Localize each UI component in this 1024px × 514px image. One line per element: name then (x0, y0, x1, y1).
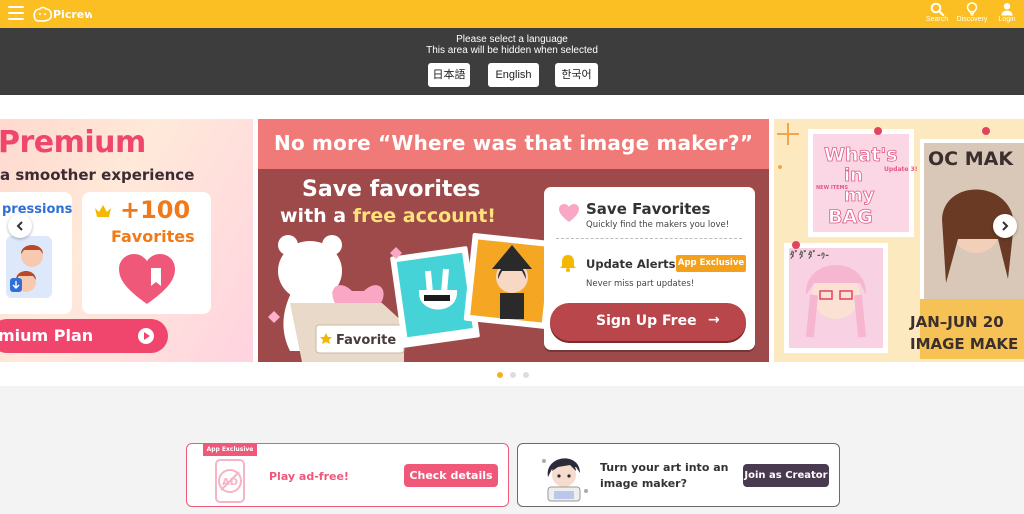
sticker-whats: What's (824, 144, 898, 166)
save-line2-prefix: with a (280, 205, 353, 227)
no-ads-icon: AD (215, 459, 245, 503)
sticker-in: in (844, 165, 863, 186)
search-button[interactable]: Search (920, 2, 954, 24)
sign-up-label: Sign Up Free (596, 313, 697, 329)
user-icon (1001, 3, 1013, 16)
carousel-dot-1[interactable] (497, 372, 503, 378)
logo-text: Picrew (53, 8, 92, 21)
sticker-update: Update 3! (884, 166, 917, 173)
premium-subtitle: a smoother experience (0, 166, 195, 184)
top-header: Picrew Search Discovery Login (0, 0, 1024, 28)
slide-oc-maker[interactable]: What's in my BAG NEW ITEMS Update 3! ﾀﾞﾀ… (774, 119, 1024, 362)
save-favorites-line2: with a free account! (280, 205, 496, 227)
premium-card-favorites: +100 Favorites (82, 192, 211, 314)
menu-icon[interactable] (8, 6, 24, 22)
join-as-creator-button[interactable]: Join as Creator (743, 464, 829, 487)
favorites-count: +100 (120, 196, 191, 224)
carousel-dot-2[interactable] (510, 372, 516, 378)
app-exclusive-tag: App Exclusive (203, 444, 257, 456)
ad-free-text: Play ad-free! (269, 470, 349, 483)
language-hint: This area will be hidden when selected (426, 45, 598, 56)
oc-maker-title-line2: IMAGE MAKE (910, 335, 1018, 353)
avatar-illustration (6, 236, 52, 298)
premium-card-impressions: pressions (0, 192, 72, 314)
language-selector-bar: Please select a language This area will … (0, 28, 1024, 95)
discovery-label: Discovery (956, 16, 988, 23)
slide-headline: No more “Where was that image maker?” (274, 131, 754, 155)
favorites-label: Favorites (111, 227, 195, 246)
slide-premium[interactable]: Premium a smoother experience pressions … (0, 119, 253, 362)
svg-text:ﾀﾞﾀﾞﾀﾞ-ｩ-: ﾀﾞﾀﾞﾀﾞ-ｩ- (790, 249, 829, 261)
search-label: Search (925, 16, 949, 23)
arrow-right-icon: → (708, 312, 720, 328)
oc-maker-title-line1: JAN–JUN 20 (909, 313, 1004, 331)
crown-icon (95, 205, 111, 217)
favorite-illustration: Favorite (268, 233, 554, 362)
oc-maker-title-top: OC MAK (928, 148, 1014, 170)
bell-icon (560, 255, 576, 272)
language-english-button[interactable]: English (488, 63, 539, 87)
language-prompt: Please select a language (456, 34, 568, 45)
creator-text-line1: Turn your art into an (600, 461, 729, 474)
creator-banner[interactable]: Turn your art into an image maker? Join … (517, 443, 840, 507)
slide-save-favorites[interactable]: No more “Where was that image maker?” Sa… (258, 119, 769, 362)
oc-maker-illustration: What's in my BAG NEW ITEMS Update 3! ﾀﾞﾀ… (774, 119, 1024, 362)
feature-save-favorites-title: Save Favorites (586, 200, 711, 218)
language-korean-button[interactable]: 한국어 (555, 63, 598, 87)
premium-plan-label: mium Plan (0, 326, 94, 345)
feature-divider (556, 238, 742, 239)
impressions-label: pressions (2, 202, 73, 217)
heart-favorites-icon (559, 204, 579, 222)
save-line2-highlight: free account! (352, 205, 496, 227)
creator-text: Turn your art into an image maker? (600, 460, 728, 492)
picrew-logo[interactable]: Picrew (32, 4, 92, 24)
carousel-dot-3[interactable] (523, 372, 529, 378)
play-icon (138, 328, 154, 344)
premium-plan-button[interactable]: mium Plan (0, 319, 168, 353)
heart-bookmark-icon (119, 254, 175, 304)
sticker-new-items: NEW ITEMS (816, 185, 849, 191)
featured-carousel: Premium a smoother experience pressions … (0, 95, 1024, 386)
feature-update-alerts-title: Update Alerts (586, 257, 676, 271)
app-exclusive-badge: App Exclusive (676, 255, 746, 272)
premium-title: Premium (0, 125, 146, 160)
chevron-left-icon (16, 221, 23, 231)
feature-save-favorites-desc: Quickly find the makers you love! (586, 220, 730, 230)
carousel-prev-button[interactable] (8, 214, 32, 238)
language-japanese-button[interactable]: 日本語 (428, 63, 470, 87)
features-card: Save Favorites Quickly find the makers y… (544, 187, 755, 350)
chevron-right-icon (1002, 221, 1009, 231)
login-button[interactable]: Login (990, 2, 1024, 24)
sign-up-free-button[interactable]: Sign Up Free → (550, 303, 746, 341)
creator-text-line2: image maker? (600, 477, 687, 490)
headline-band: No more “Where was that image maker?” (258, 119, 769, 169)
save-favorites-line1: Save favorites (302, 177, 481, 202)
sticker-my: my (844, 185, 875, 206)
sticker-bag: BAG (828, 206, 873, 228)
login-label: Login (998, 16, 1016, 23)
lightbulb-icon (966, 2, 978, 16)
creator-avatar-illustration (542, 458, 588, 502)
discovery-button[interactable]: Discovery (955, 2, 989, 24)
favorite-box-text: Favorite (336, 333, 396, 348)
check-details-button[interactable]: Check details (404, 464, 498, 487)
ad-free-banner[interactable]: App Exclusive AD Play ad-free! Check det… (186, 443, 509, 507)
feature-update-alerts-desc: Never miss part updates! (586, 279, 695, 289)
search-icon (930, 2, 944, 16)
carousel-next-button[interactable] (993, 214, 1017, 238)
